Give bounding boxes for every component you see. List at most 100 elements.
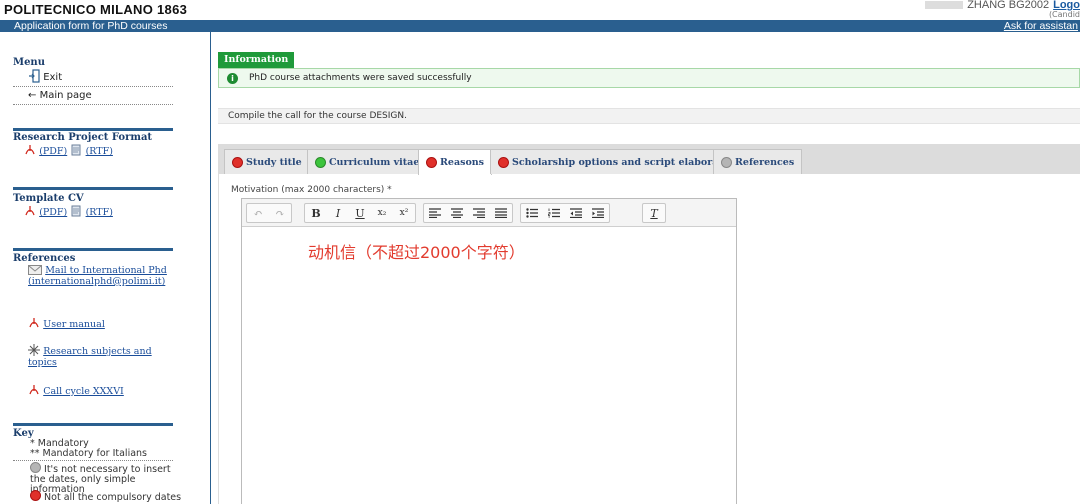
exit-icon <box>28 69 43 83</box>
rtf-icon <box>70 205 82 217</box>
motivation-editor: ↶ ↷ B I U x₂ x² T 动机信（不超过2000个字符） <box>241 198 737 504</box>
research-format-links: (PDF) (RTF) <box>24 144 113 157</box>
red-status-icon <box>498 156 509 168</box>
justify-icon[interactable] <box>490 204 512 222</box>
tab-label: References <box>735 156 795 168</box>
align-center-icon[interactable] <box>446 204 468 222</box>
key-mandatory-italians: ** Mandatory for Italians <box>30 448 147 459</box>
user-name-redacted <box>925 1 964 9</box>
section-rule <box>13 423 173 426</box>
tab-label: Scholarship options and script elaborate <box>512 156 729 168</box>
format-group: B I U x₂ x² <box>304 203 416 223</box>
research-subjects-label: Research subjects and topics <box>28 346 152 368</box>
grey-status-icon <box>721 156 732 168</box>
user-manual-label: User manual <box>43 319 105 330</box>
cv-rtf-link[interactable]: (RTF) <box>86 207 113 218</box>
grey-status-icon <box>30 462 41 473</box>
call-cycle-link[interactable]: Call cycle XXXVI <box>28 384 124 397</box>
call-bar: Compile the call for the course DESIGN. <box>218 108 1080 124</box>
clear-group: T <box>642 203 666 223</box>
mail-link-label: Mail to International Phd (international… <box>28 265 167 287</box>
divider <box>13 86 173 87</box>
tab-scholarship-options[interactable]: Scholarship options and script elaborate <box>490 149 737 174</box>
superscript-icon[interactable]: x² <box>393 204 415 222</box>
mail-icon <box>28 265 42 275</box>
section-rule <box>13 128 173 131</box>
divider <box>13 460 173 461</box>
research-subjects-icon <box>28 344 40 356</box>
exit-link[interactable]: Exit <box>28 69 62 83</box>
editor-toolbar: ↶ ↷ B I U x₂ x² T <box>242 199 736 227</box>
bold-icon[interactable]: B <box>305 204 327 222</box>
tab-label: Curriculum vitae <box>329 156 420 168</box>
tab-label: Reasons <box>440 157 485 168</box>
call-text: Compile the call for the course DESIGN. <box>228 111 407 121</box>
tab-content: Motivation (max 2000 characters) * ↶ ↷ B… <box>218 174 1080 504</box>
cv-pdf-link[interactable]: (PDF) <box>39 207 67 218</box>
sidebar: Menu Exit ← Main page Research Project F… <box>0 32 211 504</box>
redo-icon[interactable]: ↷ <box>269 204 291 222</box>
app-bar: Application form for PhD courses Ask for… <box>0 20 1080 32</box>
information-tab: Information <box>218 52 295 68</box>
section-rule <box>13 248 173 251</box>
tab-reasons[interactable]: Reasons <box>418 149 493 175</box>
research-subjects-link[interactable]: Research subjects and topics <box>28 344 168 368</box>
underline-icon[interactable]: U <box>349 204 371 222</box>
assistance-link[interactable]: Ask for assistan <box>1004 20 1078 32</box>
arrow-left-icon: ← <box>28 90 37 101</box>
research-format-title: Research Project Format <box>13 132 153 143</box>
exit-label: Exit <box>43 72 63 83</box>
main-page-link[interactable]: ← Main page <box>28 90 92 101</box>
template-cv-title: Template CV <box>13 193 84 204</box>
brand-logo: POLITECNICO MILANO 1863 <box>4 2 188 17</box>
undo-icon[interactable]: ↶ <box>247 204 269 222</box>
user-manual-link[interactable]: User manual <box>28 317 105 330</box>
motivation-textarea[interactable]: 动机信（不超过2000个字符） <box>242 227 736 504</box>
history-group: ↶ ↷ <box>246 203 292 223</box>
red-status-icon <box>232 156 243 168</box>
main-page-label: Main page <box>39 90 92 101</box>
information-message: PhD course attachments were saved succes… <box>249 73 472 83</box>
app-title: Application form for PhD courses <box>14 20 168 32</box>
clear-format-icon[interactable]: T <box>643 204 665 222</box>
top-bar: POLITECNICO MILANO 1863 ZHANG BG2002 Log… <box>0 0 1080 20</box>
pdf-icon <box>24 144 36 156</box>
divider <box>13 104 173 105</box>
align-group <box>423 203 513 223</box>
mail-international-link[interactable]: Mail to International Phd (international… <box>28 265 178 287</box>
align-right-icon[interactable] <box>468 204 490 222</box>
info-icon: i <box>227 73 238 84</box>
information-box: i PhD course attachments were saved succ… <box>218 68 1080 88</box>
references-title: References <box>13 253 76 264</box>
key-red: Not all the compulsory dates <box>30 490 181 503</box>
subscript-icon[interactable]: x₂ <box>371 204 393 222</box>
bullet-list-icon[interactable] <box>521 204 543 222</box>
rtf-icon <box>70 144 82 156</box>
motivation-text: 动机信（不超过2000个字符） <box>308 243 525 262</box>
pdf-icon <box>24 205 36 217</box>
logout-link[interactable]: Logo <box>1053 0 1080 11</box>
italic-icon[interactable]: I <box>327 204 349 222</box>
list-group <box>520 203 610 223</box>
user-area: ZHANG BG2002 Logo (Candid <box>925 0 1080 20</box>
call-cycle-label: Call cycle XXXVI <box>43 386 124 397</box>
pdf-icon <box>28 317 40 329</box>
research-rtf-link[interactable]: (RTF) <box>86 146 113 157</box>
align-left-icon[interactable] <box>424 204 446 222</box>
section-rule <box>13 187 173 190</box>
tab-curriculum-vitae[interactable]: Curriculum vitae <box>307 149 428 174</box>
tab-references[interactable]: References <box>713 149 803 174</box>
menu-title: Menu <box>13 57 45 68</box>
numbered-list-icon[interactable] <box>543 204 565 222</box>
tab-study-title[interactable]: Study title <box>224 149 310 174</box>
motivation-label: Motivation (max 2000 characters) * <box>231 185 392 195</box>
red-status-icon <box>30 490 41 501</box>
indent-icon[interactable] <box>587 204 609 222</box>
research-pdf-link[interactable]: (PDF) <box>39 146 67 157</box>
main-content: Information i PhD course attachments wer… <box>218 32 1080 504</box>
key-red-text: Not all the compulsory dates <box>44 492 182 503</box>
tabs-strip: Study title Curriculum vitae Reasons Sch… <box>218 144 1080 175</box>
outdent-icon[interactable] <box>565 204 587 222</box>
red-status-icon <box>426 157 437 168</box>
pdf-icon <box>28 384 40 396</box>
